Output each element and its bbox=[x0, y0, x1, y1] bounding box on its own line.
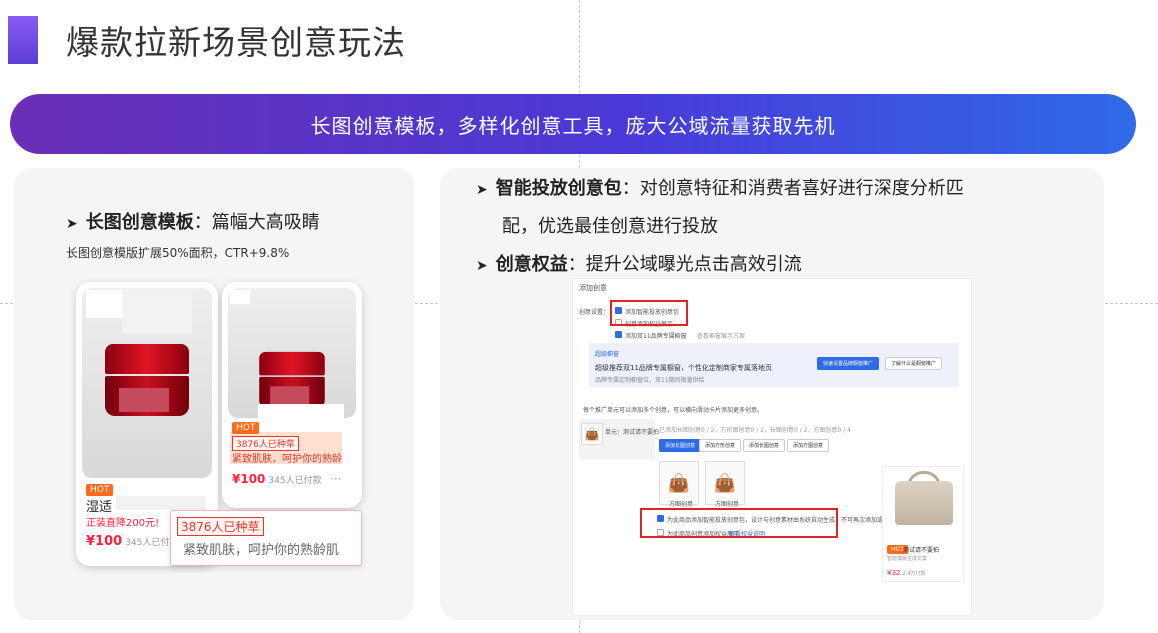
bullet-rest: ：对创意特征和消费者喜好进行深度分析匹 bbox=[621, 178, 964, 199]
thumb2-label: 方图创意 bbox=[715, 501, 740, 508]
highlight-frame-checks bbox=[640, 508, 838, 538]
arrow-icon: ➤ bbox=[476, 258, 488, 274]
thumb1-label: 方图创意 bbox=[669, 501, 694, 508]
bullet-smart-pack: ➤ 智能投放创意包：对创意特征和消费者喜好进行深度分析匹 bbox=[476, 174, 964, 200]
creative-counts: 已添加长图创意0 / 2，方形图创意0 / 2，长图创意0 / 2，方图创意0 … bbox=[659, 427, 851, 434]
image-mask bbox=[122, 290, 192, 334]
tab-add-square-2[interactable]: 添加方图创意 bbox=[787, 439, 830, 452]
handbag-body bbox=[895, 481, 953, 525]
opt-window-link[interactable]: 查看橱窗展示方案 bbox=[697, 331, 745, 340]
zoom-callout: 3876人已种草 紧致肌肤，呵护你的熟龄肌 bbox=[170, 510, 362, 566]
product-image bbox=[82, 288, 212, 478]
bullet-smart-pack-cont: 配，优选最佳创意进行投放 bbox=[502, 216, 718, 237]
zoom-selling-line: 紧致肌肤，呵护你的熟龄肌 bbox=[183, 543, 340, 558]
bullet-benefits: ➤ 创意权益：提升公域曝光点击高效引流 bbox=[476, 250, 802, 276]
learn-more-button[interactable]: 了解什么是橱窗推广 bbox=[885, 357, 943, 370]
preview-name: 测试请不要拍 bbox=[903, 547, 940, 554]
bullet-bold: 创意权益 bbox=[495, 254, 568, 275]
text-mask bbox=[116, 496, 206, 510]
handbag-icon: 👜 bbox=[581, 423, 603, 445]
preview-sub: 智能模版生成文案 bbox=[887, 556, 928, 562]
tab-add-long[interactable]: 添加长图创意 bbox=[659, 439, 702, 452]
info-title: 超级橱窗 bbox=[595, 351, 620, 358]
arrow-icon: ➤ bbox=[66, 216, 78, 232]
hot-badge: HOT bbox=[86, 484, 114, 496]
info-line: 超级推荐双11品牌专属橱窗，个性化定制商家专属落地页 bbox=[595, 364, 772, 372]
tab-add-long-2[interactable]: 添加长图创意 bbox=[743, 439, 786, 452]
unit-name: 单元：测试请不要拍 bbox=[605, 429, 660, 436]
opt-window: 添加双11品牌专属橱窗 bbox=[625, 333, 687, 340]
form-label: 创意设置： bbox=[579, 309, 610, 316]
info-box: 超级橱窗 超级推荐双11品牌专属橱窗，个性化定制商家专属落地页 品牌专属定制橱窗… bbox=[589, 343, 959, 387]
zoom-seeding-tag: 3876人已种草 bbox=[177, 517, 264, 536]
cream-jar-image bbox=[259, 351, 325, 409]
image-mask bbox=[230, 290, 250, 304]
product-image bbox=[228, 288, 356, 418]
form-title: 添加创意 bbox=[579, 284, 607, 292]
product-preview-card: HOT 测试请不要拍 智能模版生成文案 ¥32 2.4万付款 bbox=[882, 466, 964, 582]
seeding-tag: 3876人已种草 bbox=[232, 436, 299, 451]
bullet-bold: 长图创意模板 bbox=[85, 212, 194, 233]
arrow-icon: ➤ bbox=[476, 182, 488, 198]
product-name: 湿适 bbox=[86, 500, 113, 515]
page-title: 爆款拉新场景创意玩法 bbox=[66, 23, 406, 62]
selling-line: 紧致肌肤，呵护你的熟龄 bbox=[232, 454, 342, 465]
preview-price: ¥32 2.4万付款 bbox=[887, 569, 926, 577]
hot-badge: HOT bbox=[232, 422, 260, 434]
promo-text: 正装直降200元! bbox=[86, 518, 160, 529]
window-checkbox[interactable] bbox=[615, 331, 622, 338]
title-accent-bar bbox=[8, 16, 38, 64]
phone-preview-square: HOT 3876人已种草 紧致肌肤，呵护你的熟龄 ¥100 345人已付款 ··· bbox=[222, 282, 362, 508]
ctr-note: 长图创意模版扩展50%面积，CTR+9.8% bbox=[66, 246, 290, 260]
bullet-bold: 智能投放创意包 bbox=[495, 178, 622, 199]
bullet-long-image: ➤ 长图创意模板：篇幅大高吸睛 bbox=[66, 208, 320, 234]
price: ¥100 345人已付款 bbox=[232, 472, 322, 486]
highlight-frame-options bbox=[610, 300, 688, 326]
tab-add-square[interactable]: 添加方形创意 bbox=[699, 439, 742, 452]
image-mask bbox=[86, 290, 122, 318]
cream-jar-image bbox=[105, 344, 189, 416]
bullet-rest: ：提升公域曝光点击高效引流 bbox=[567, 254, 802, 275]
bullet-rest: ：篇幅大高吸睛 bbox=[193, 212, 320, 233]
quick-setup-button[interactable]: 快速设置品牌橱窗推广 bbox=[817, 357, 880, 370]
more-icon[interactable]: ··· bbox=[330, 472, 341, 486]
price: ¥100 345人已付款 bbox=[86, 534, 179, 549]
unit-card[interactable]: 👜 单元：测试请不要拍 bbox=[579, 419, 659, 459]
form-hint: 每个推广单元可以添加多个创意，可以横向滑动卡片添加更多创意。 bbox=[583, 407, 764, 414]
info-sub: 品牌专属定制橱窗位，双11期间限量供给 bbox=[595, 377, 705, 384]
image-mask bbox=[258, 404, 344, 418]
headline-banner: 长图创意模板，多样化创意工具，庞大公域流量获取先机 bbox=[10, 94, 1136, 154]
banner-text: 长图创意模板，多样化创意工具，庞大公域流量获取先机 bbox=[310, 113, 836, 138]
